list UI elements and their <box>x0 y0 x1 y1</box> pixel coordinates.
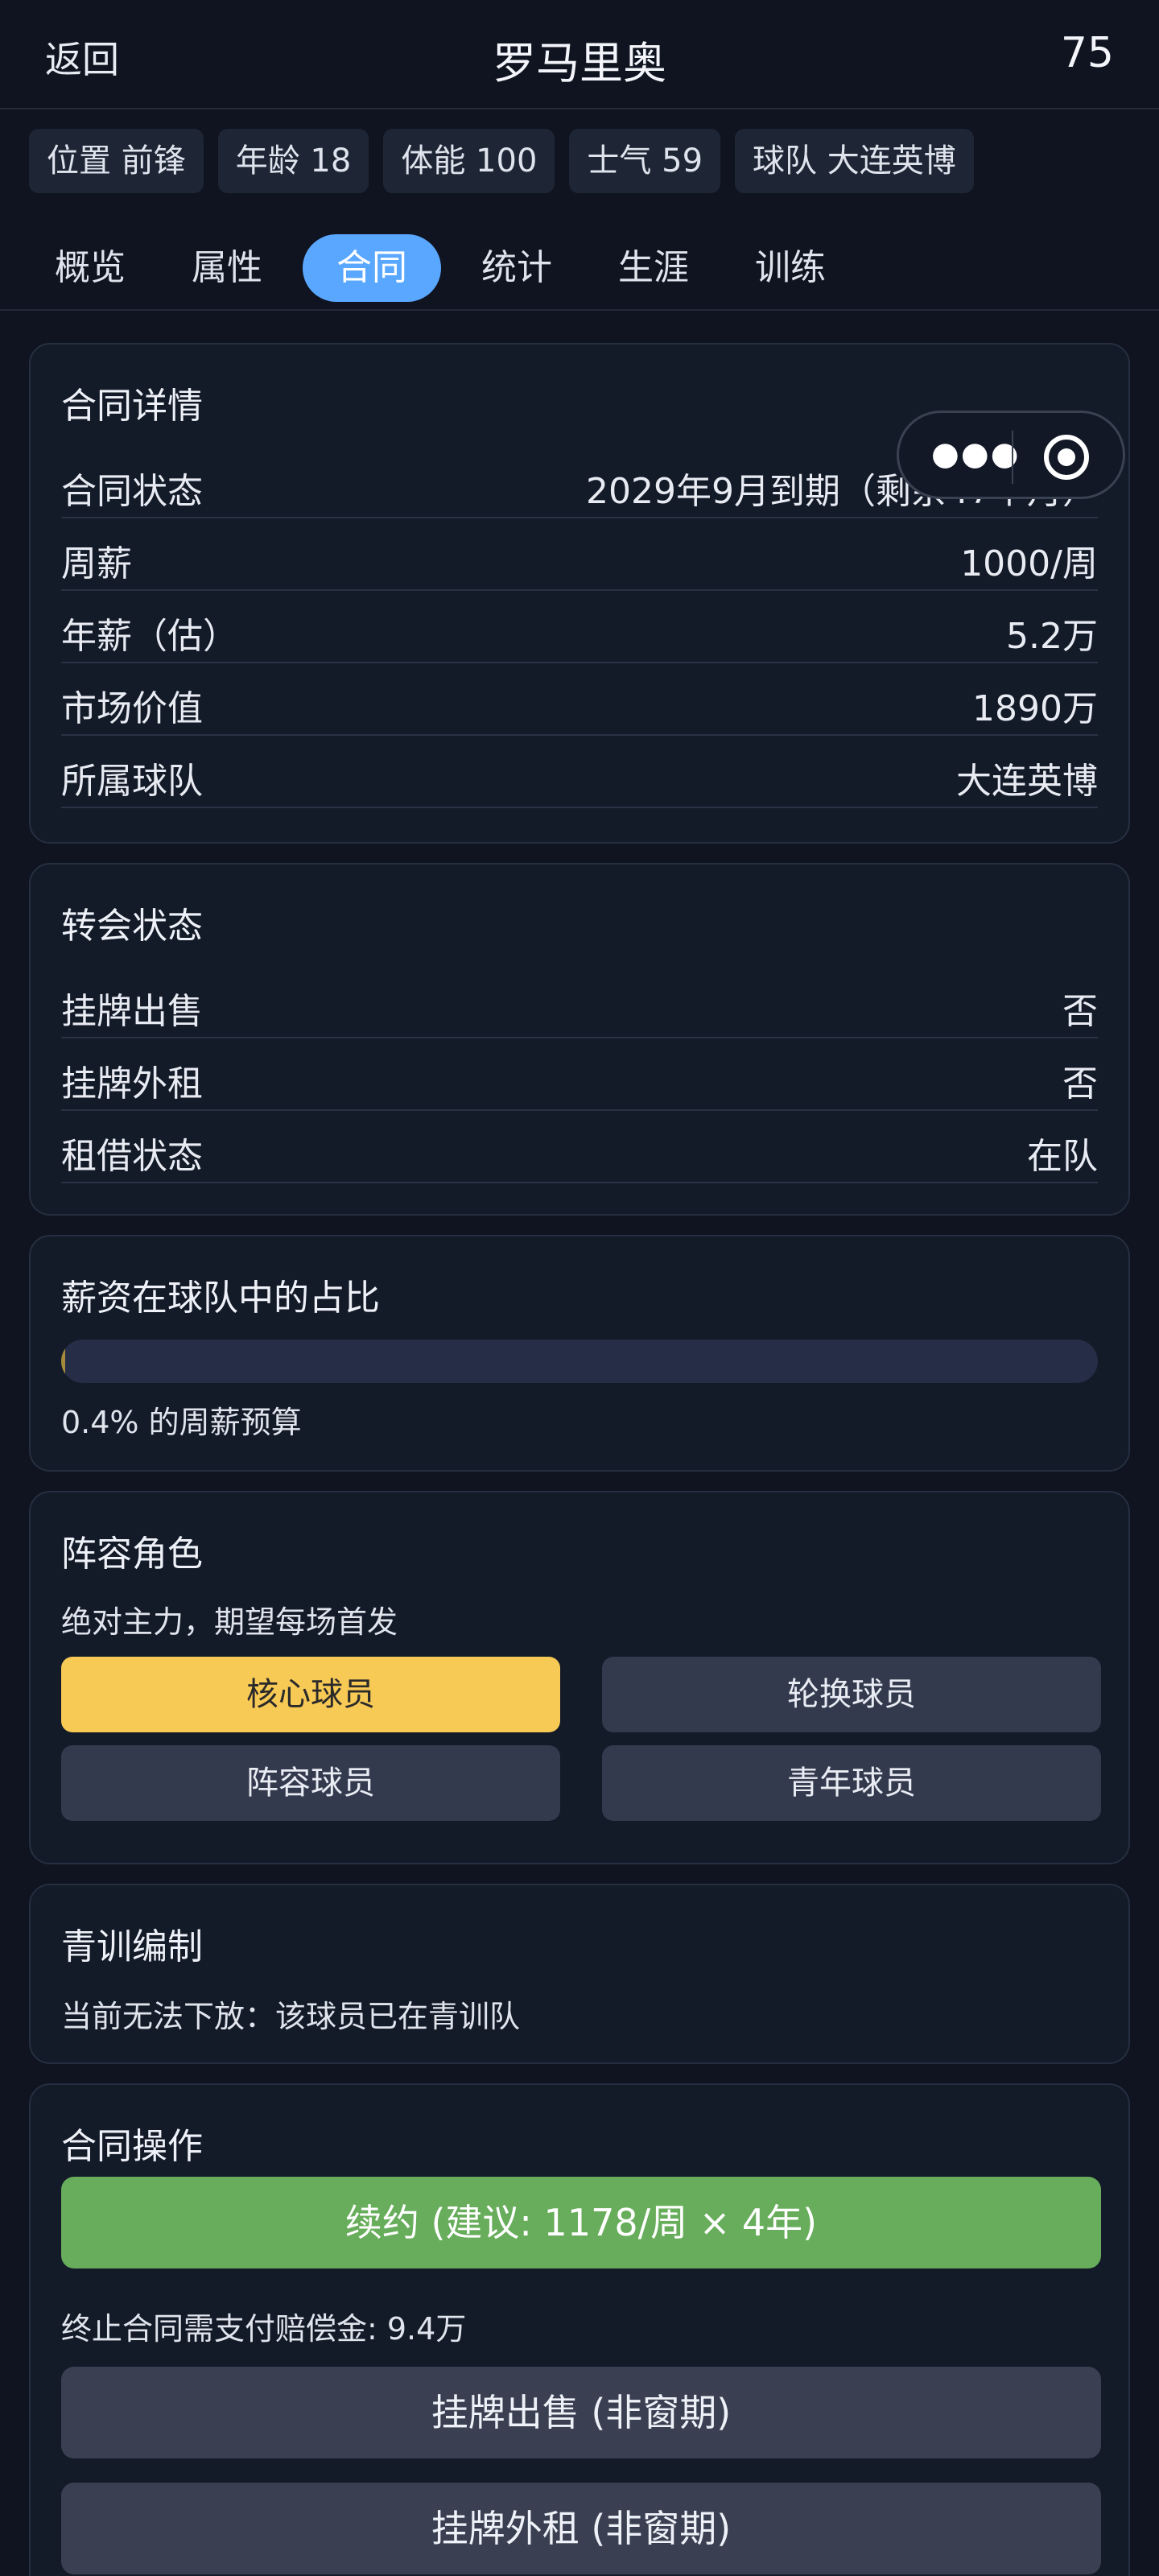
row-label: 年薪（估） <box>61 616 238 657</box>
list-for-loan-button[interactable]: 挂牌外租 (非窗期) <box>61 2483 1101 2574</box>
tab-bar: 概览 属性 合同 统计 生涯 训练 <box>29 232 866 304</box>
player-info-chips: 位置 前锋 年龄 18 体能 100 士气 59 球队 大连英博 <box>29 129 974 193</box>
renew-contract-button[interactable]: 续约 (建议: 1178/周 × 4年) <box>61 2177 1101 2268</box>
chip-stamina: 体能 100 <box>383 129 555 193</box>
role-youth-player-button[interactable]: 青年球员 <box>602 1745 1101 1821</box>
row-value: 否 <box>1062 991 1098 1032</box>
card-title: 青训编制 <box>61 1926 203 1967</box>
salary-share-card: 薪资在球队中的占比 0.4% 的周薪预算 <box>29 1235 1130 1472</box>
youth-academy-card: 青训编制 当前无法下放：该球员已在青训队 <box>29 1884 1130 2064</box>
squad-role-card: 阵容角色 绝对主力，期望每场首发 核心球员 轮换球员 阵容球员 青年球员 <box>29 1491 1130 1864</box>
tab-attributes[interactable]: 属性 <box>166 234 288 302</box>
row-label: 挂牌出售 <box>61 991 203 1032</box>
player-rating: 75 <box>1060 29 1114 77</box>
status-row-listed-for-sale: 挂牌出售 否 <box>61 966 1098 1038</box>
transfer-status-card: 转会状态 挂牌出售 否 挂牌外租 否 租借状态 在队 <box>29 863 1130 1216</box>
tab-career[interactable]: 生涯 <box>592 234 715 302</box>
row-label: 周薪 <box>61 543 132 584</box>
row-value: 否 <box>1062 1063 1098 1104</box>
target-circle-icon[interactable] <box>1044 435 1089 480</box>
chip-age: 年龄 18 <box>217 129 369 193</box>
row-label: 市场价值 <box>61 688 203 729</box>
list-for-sale-button[interactable]: 挂牌出售 (非窗期) <box>61 2367 1101 2458</box>
tab-overview[interactable]: 概览 <box>29 234 151 302</box>
termination-fee-text: 终止合同需支付赔偿金: 9.4万 <box>61 2311 467 2347</box>
page-title: 罗马里奥 <box>493 38 666 89</box>
top-bar: 返回 罗马里奥 75 <box>0 0 1159 109</box>
chip-team: 球队 大连英博 <box>735 129 974 193</box>
row-label: 合同状态 <box>61 471 203 512</box>
row-value: 5.2万 <box>1006 616 1098 657</box>
row-label: 所属球队 <box>61 761 203 802</box>
row-value: 1890万 <box>972 688 1098 729</box>
mini-program-capsule: ●●● <box>897 411 1125 499</box>
role-rotation-player-button[interactable]: 轮换球员 <box>602 1657 1101 1732</box>
card-title: 薪资在球队中的占比 <box>61 1278 380 1319</box>
capsule-divider <box>1012 431 1013 484</box>
salary-share-fill <box>61 1340 66 1383</box>
detail-row-market-value: 市场价值 1890万 <box>61 663 1098 736</box>
status-row-listed-for-loan: 挂牌外租 否 <box>61 1038 1098 1111</box>
tab-stats[interactable]: 统计 <box>456 234 578 302</box>
chip-position: 位置 前锋 <box>29 129 204 193</box>
chip-morale: 士气 59 <box>569 129 721 193</box>
contract-actions-card: 合同操作 续约 (建议: 1178/周 × 4年) 终止合同需支付赔偿金: 9.… <box>29 2083 1130 2576</box>
more-dots-icon[interactable]: ●●● <box>931 436 1021 473</box>
row-value: 大连英博 <box>956 761 1098 802</box>
role-core-player-button[interactable]: 核心球员 <box>61 1657 560 1732</box>
card-title: 阵容角色 <box>61 1534 203 1575</box>
card-title: 合同操作 <box>61 2126 203 2167</box>
salary-share-caption: 0.4% 的周薪预算 <box>61 1405 302 1440</box>
tab-divider <box>0 309 1159 311</box>
tab-contract[interactable]: 合同 <box>303 234 441 302</box>
role-squad-player-button[interactable]: 阵容球员 <box>61 1745 560 1821</box>
row-value: 在队 <box>1027 1136 1098 1177</box>
salary-share-bar <box>61 1340 1098 1383</box>
row-label: 挂牌外租 <box>61 1063 203 1104</box>
card-title: 转会状态 <box>61 906 203 947</box>
status-row-loan-status: 租借状态 在队 <box>61 1111 1098 1183</box>
detail-row-annual-wage: 年薪（估） 5.2万 <box>61 591 1098 663</box>
detail-row-weekly-wage: 周薪 1000/周 <box>61 518 1098 591</box>
squad-role-description: 绝对主力，期望每场首发 <box>61 1604 398 1640</box>
detail-row-team: 所属球队 大连英博 <box>61 736 1098 808</box>
row-value: 1000/周 <box>960 543 1098 584</box>
card-title: 合同详情 <box>61 386 203 427</box>
youth-status-text: 当前无法下放：该球员已在青训队 <box>61 1999 521 2034</box>
tab-training[interactable]: 训练 <box>729 234 852 302</box>
row-label: 租借状态 <box>61 1136 203 1177</box>
